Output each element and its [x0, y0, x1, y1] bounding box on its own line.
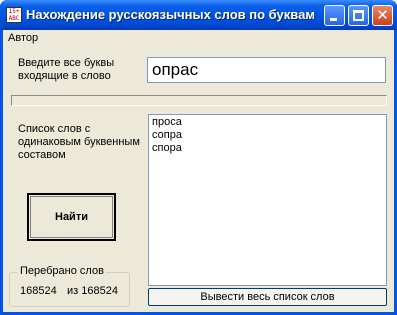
words-checked-group: Перебрано слов 168524 из 168524	[9, 265, 130, 307]
title-bar[interactable]: 15+ ABC Нахождение русскоязычных слов по …	[0, 0, 397, 30]
search-progress-bar	[11, 95, 387, 106]
words-total-count: из 168524	[67, 285, 118, 297]
client-area: Автор Введите все буквы входящие в слово…	[3, 30, 394, 312]
maximize-button[interactable]	[348, 5, 369, 26]
app-icon[interactable]: 15+ ABC	[6, 7, 22, 23]
menu-bar: Автор	[3, 30, 394, 48]
close-icon: ✕	[376, 6, 389, 24]
minimize-icon	[330, 18, 337, 21]
results-list[interactable]: проса сопра спора	[148, 114, 387, 286]
words-checked-title: Перебрано слов	[18, 265, 106, 277]
main-window: 15+ ABC Нахождение русскоязычных слов по …	[0, 0, 397, 315]
letters-input[interactable]: опрас	[147, 57, 386, 83]
minimize-button[interactable]	[324, 5, 345, 26]
close-button[interactable]: ✕	[372, 5, 393, 26]
letters-label: Введите все буквы входящие в слово	[18, 57, 115, 82]
menu-item-author[interactable]: Автор	[8, 32, 38, 44]
window-title: Нахождение русскоязычных слов по буквам	[26, 7, 315, 22]
list-item[interactable]: проса	[152, 116, 383, 129]
output-all-words-button[interactable]: Вывести весь список слов	[148, 288, 387, 306]
words-checked-count: 168524	[20, 285, 57, 297]
results-label: Список слов с одинаковым буквенным соста…	[18, 123, 140, 161]
maximize-icon	[353, 10, 364, 21]
list-item[interactable]: спора	[152, 142, 383, 155]
find-button[interactable]: Найти	[27, 193, 116, 241]
list-item[interactable]: сопра	[152, 129, 383, 142]
